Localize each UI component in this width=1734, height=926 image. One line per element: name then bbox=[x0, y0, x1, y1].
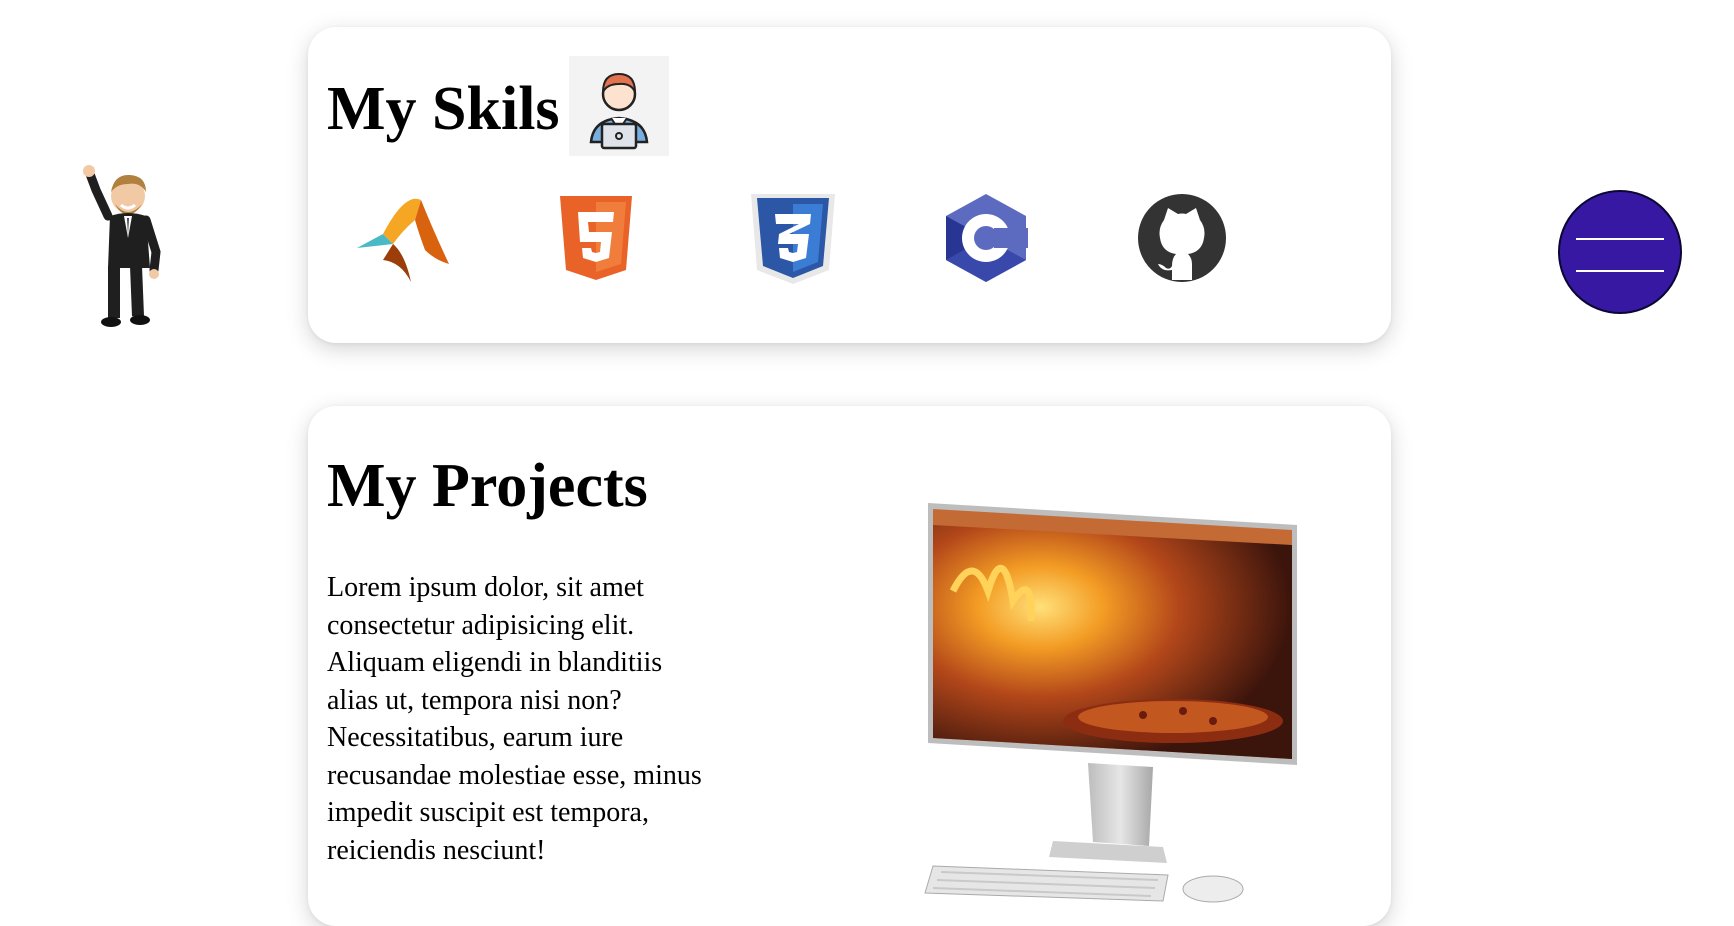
c-language-icon bbox=[938, 190, 1034, 286]
github-icon bbox=[1134, 190, 1230, 286]
projects-title: My Projects bbox=[327, 452, 648, 520]
desktop-computer-pizza-oven-icon bbox=[913, 501, 1313, 906]
menu-bar-bottom bbox=[1576, 270, 1664, 272]
waving-avatar-icon bbox=[70, 160, 180, 330]
developer-at-laptop-icon bbox=[569, 56, 669, 156]
css3-icon bbox=[745, 190, 841, 286]
menu-bar-top bbox=[1576, 238, 1664, 240]
hamburger-menu-button[interactable] bbox=[1558, 190, 1682, 314]
skills-title: My Skils bbox=[327, 75, 560, 143]
projects-card: My Projects Lorem ipsum dolor, sit amet … bbox=[308, 406, 1391, 926]
projects-description: Lorem ipsum dolor, sit amet consectetur … bbox=[327, 572, 702, 866]
html5-icon bbox=[548, 190, 644, 286]
matlab-icon bbox=[353, 190, 449, 286]
skills-card: My Skils bbox=[308, 27, 1391, 343]
